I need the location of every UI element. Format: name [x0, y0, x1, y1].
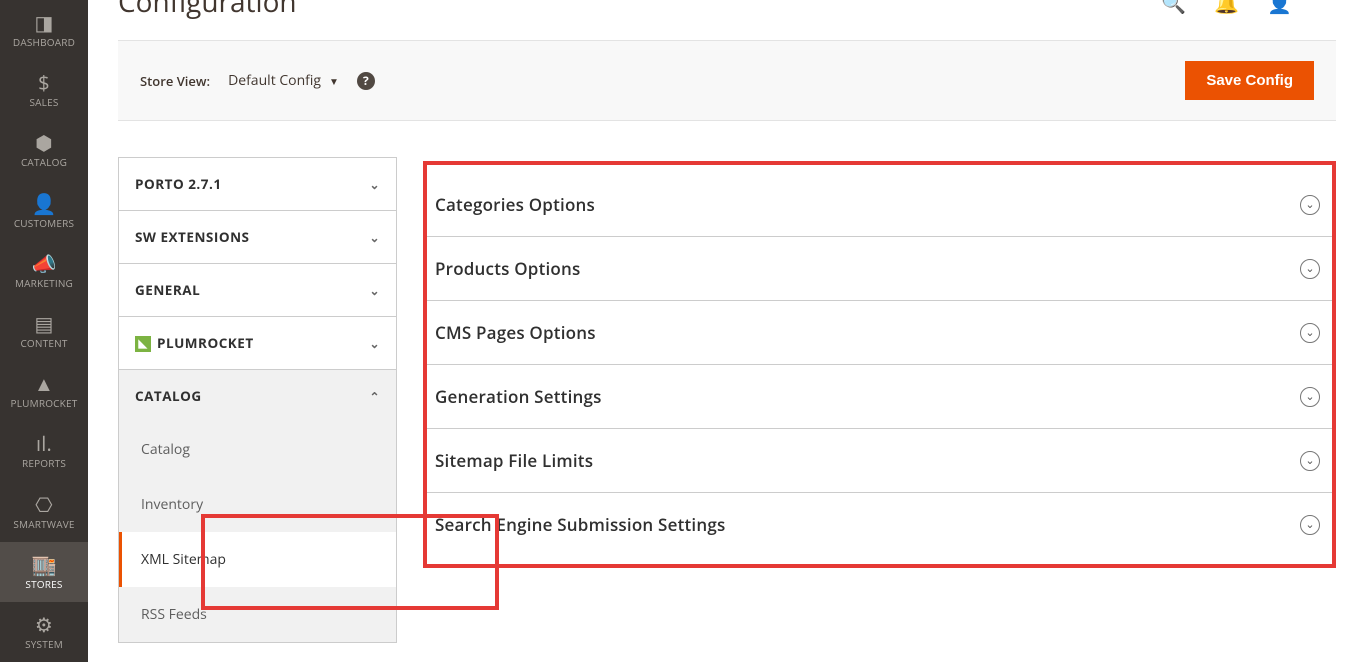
nav-catalog[interactable]: ⬢ CATALOG — [0, 120, 88, 180]
store-view-value: Default Config — [228, 71, 321, 90]
config-sub-inventory[interactable]: Inventory — [119, 477, 396, 532]
nav-sales[interactable]: $ SALES — [0, 60, 88, 120]
config-group-head[interactable]: GENERAL ⌄ — [119, 264, 396, 316]
stores-icon: 🏬 — [31, 555, 56, 575]
expand-icon: ⌄ — [1300, 259, 1320, 279]
config-group-plumrocket: ◣PLUMROCKET ⌄ — [119, 317, 396, 370]
nav-label: PLUMROCKET — [11, 398, 78, 408]
admin-sidebar: ◨ DASHBOARD $ SALES ⬢ CATALOG 👤 CUSTOMER… — [0, 0, 88, 662]
header-actions: 🔍 🔔 👤 — [1161, 0, 1292, 16]
help-icon[interactable]: ? — [357, 72, 375, 90]
page-title: Configuration — [118, 0, 297, 21]
chevron-down-icon: ⌄ — [369, 282, 380, 299]
nav-smartwave[interactable]: ⎔ SMARTWAVE — [0, 482, 88, 542]
chevron-up-icon: ⌃ — [369, 388, 380, 405]
config-sub-xmlsitemap[interactable]: XML Sitemap — [119, 532, 396, 587]
section-sitemap-file-limits[interactable]: Sitemap File Limits ⌄ — [427, 429, 1332, 493]
nav-label: STORES — [25, 579, 62, 589]
marketing-icon: 📣 — [31, 254, 56, 274]
plumrocket-icon: ▲ — [34, 374, 54, 394]
nav-stores[interactable]: 🏬 STORES — [0, 542, 88, 602]
dashboard-icon: ◨ — [34, 13, 53, 33]
section-products-options[interactable]: Products Options ⌄ — [427, 237, 1332, 301]
sales-icon: $ — [38, 73, 50, 93]
caret-down-icon: ▼ — [329, 74, 339, 88]
store-view-left: Store View: Default Config ▼ ? — [140, 71, 375, 90]
page-title-row: Configuration 🔍 🔔 👤 — [118, 0, 1336, 12]
nav-label: CATALOG — [21, 157, 67, 167]
config-group-label: PORTO 2.7.1 — [135, 175, 222, 193]
expand-icon: ⌄ — [1300, 323, 1320, 343]
nav-label: CONTENT — [20, 338, 67, 348]
expand-icon: ⌄ — [1300, 515, 1320, 535]
chevron-down-icon: ⌄ — [369, 176, 380, 193]
chevron-down-icon: ⌄ — [369, 335, 380, 352]
nav-content[interactable]: ▤ CONTENT — [0, 301, 88, 361]
bell-icon[interactable]: 🔔 — [1214, 0, 1239, 16]
section-cms-pages-options[interactable]: CMS Pages Options ⌄ — [427, 301, 1332, 365]
content-icon: ▤ — [34, 314, 53, 334]
nav-label: SMARTWAVE — [13, 519, 74, 529]
section-title: CMS Pages Options — [435, 321, 596, 344]
sections-highlight-box: Categories Options ⌄ Products Options ⌄ … — [423, 161, 1336, 568]
section-title: Search Engine Submission Settings — [435, 513, 725, 536]
config-group-porto: PORTO 2.7.1 ⌄ — [119, 158, 396, 211]
catalog-icon: ⬢ — [35, 133, 53, 153]
config-group-head[interactable]: SW EXTENSIONS ⌄ — [119, 211, 396, 263]
chevron-down-icon: ⌄ — [369, 229, 380, 246]
main-content: Configuration 🔍 🔔 👤 Store View: Default … — [88, 0, 1366, 662]
nav-label: SALES — [29, 97, 58, 107]
nav-dashboard[interactable]: ◨ DASHBOARD — [0, 0, 88, 60]
nav-label: DASHBOARD — [13, 37, 75, 47]
config-group-label: ◣PLUMROCKET — [135, 334, 254, 352]
reports-icon: ıl. — [36, 434, 52, 454]
nav-plumrocket[interactable]: ▲ PLUMROCKET — [0, 361, 88, 421]
store-view-label: Store View: — [140, 72, 210, 90]
section-title: Categories Options — [435, 193, 595, 216]
expand-icon: ⌄ — [1300, 451, 1320, 471]
section-categories-options[interactable]: Categories Options ⌄ — [427, 173, 1332, 237]
config-subitems: Catalog Inventory XML Sitemap RSS Feeds — [119, 422, 396, 642]
config-sub-rss[interactable]: RSS Feeds — [119, 587, 396, 642]
nav-marketing[interactable]: 📣 MARKETING — [0, 241, 88, 301]
section-title: Sitemap File Limits — [435, 449, 593, 472]
config-group-catalog: CATALOG ⌃ Catalog Inventory XML Sitemap … — [119, 370, 396, 642]
save-config-button[interactable]: Save Config — [1185, 61, 1314, 100]
config-sections: Categories Options ⌄ Products Options ⌄ … — [423, 157, 1336, 643]
store-view-bar: Store View: Default Config ▼ ? Save Conf… — [118, 40, 1336, 121]
section-generation-settings[interactable]: Generation Settings ⌄ — [427, 365, 1332, 429]
config-group-head[interactable]: ◣PLUMROCKET ⌄ — [119, 317, 396, 369]
config-group-label: GENERAL — [135, 281, 200, 299]
plumrocket-badge-icon: ◣ — [135, 336, 151, 352]
section-title: Products Options — [435, 257, 580, 280]
store-view-select[interactable]: Default Config ▼ — [228, 71, 339, 90]
customers-icon: 👤 — [31, 194, 56, 214]
search-icon[interactable]: 🔍 — [1161, 0, 1186, 16]
config-sub-catalog[interactable]: Catalog — [119, 422, 396, 477]
config-group-sw: SW EXTENSIONS ⌄ — [119, 211, 396, 264]
nav-label: CUSTOMERS — [14, 218, 74, 228]
smartwave-icon: ⎔ — [35, 495, 53, 515]
section-search-engine-submission[interactable]: Search Engine Submission Settings ⌄ — [427, 493, 1332, 556]
config-group-label: CATALOG — [135, 387, 202, 405]
user-icon[interactable]: 👤 — [1267, 0, 1292, 16]
system-icon: ⚙ — [35, 615, 53, 635]
nav-customers[interactable]: 👤 CUSTOMERS — [0, 181, 88, 241]
nav-system[interactable]: ⚙ SYSTEM — [0, 602, 88, 662]
nav-label: SYSTEM — [25, 639, 63, 649]
nav-label: REPORTS — [22, 458, 66, 468]
config-group-general: GENERAL ⌄ — [119, 264, 396, 317]
config-group-head[interactable]: PORTO 2.7.1 ⌄ — [119, 158, 396, 210]
config-group-label: SW EXTENSIONS — [135, 228, 249, 246]
config-group-head[interactable]: CATALOG ⌃ — [119, 370, 396, 422]
expand-icon: ⌄ — [1300, 195, 1320, 215]
config-nav: PORTO 2.7.1 ⌄ SW EXTENSIONS ⌄ GENERAL ⌄ … — [118, 157, 397, 643]
config-columns: PORTO 2.7.1 ⌄ SW EXTENSIONS ⌄ GENERAL ⌄ … — [118, 157, 1336, 643]
nav-label: MARKETING — [15, 278, 73, 288]
expand-icon: ⌄ — [1300, 387, 1320, 407]
nav-reports[interactable]: ıl. REPORTS — [0, 421, 88, 481]
section-title: Generation Settings — [435, 385, 602, 408]
